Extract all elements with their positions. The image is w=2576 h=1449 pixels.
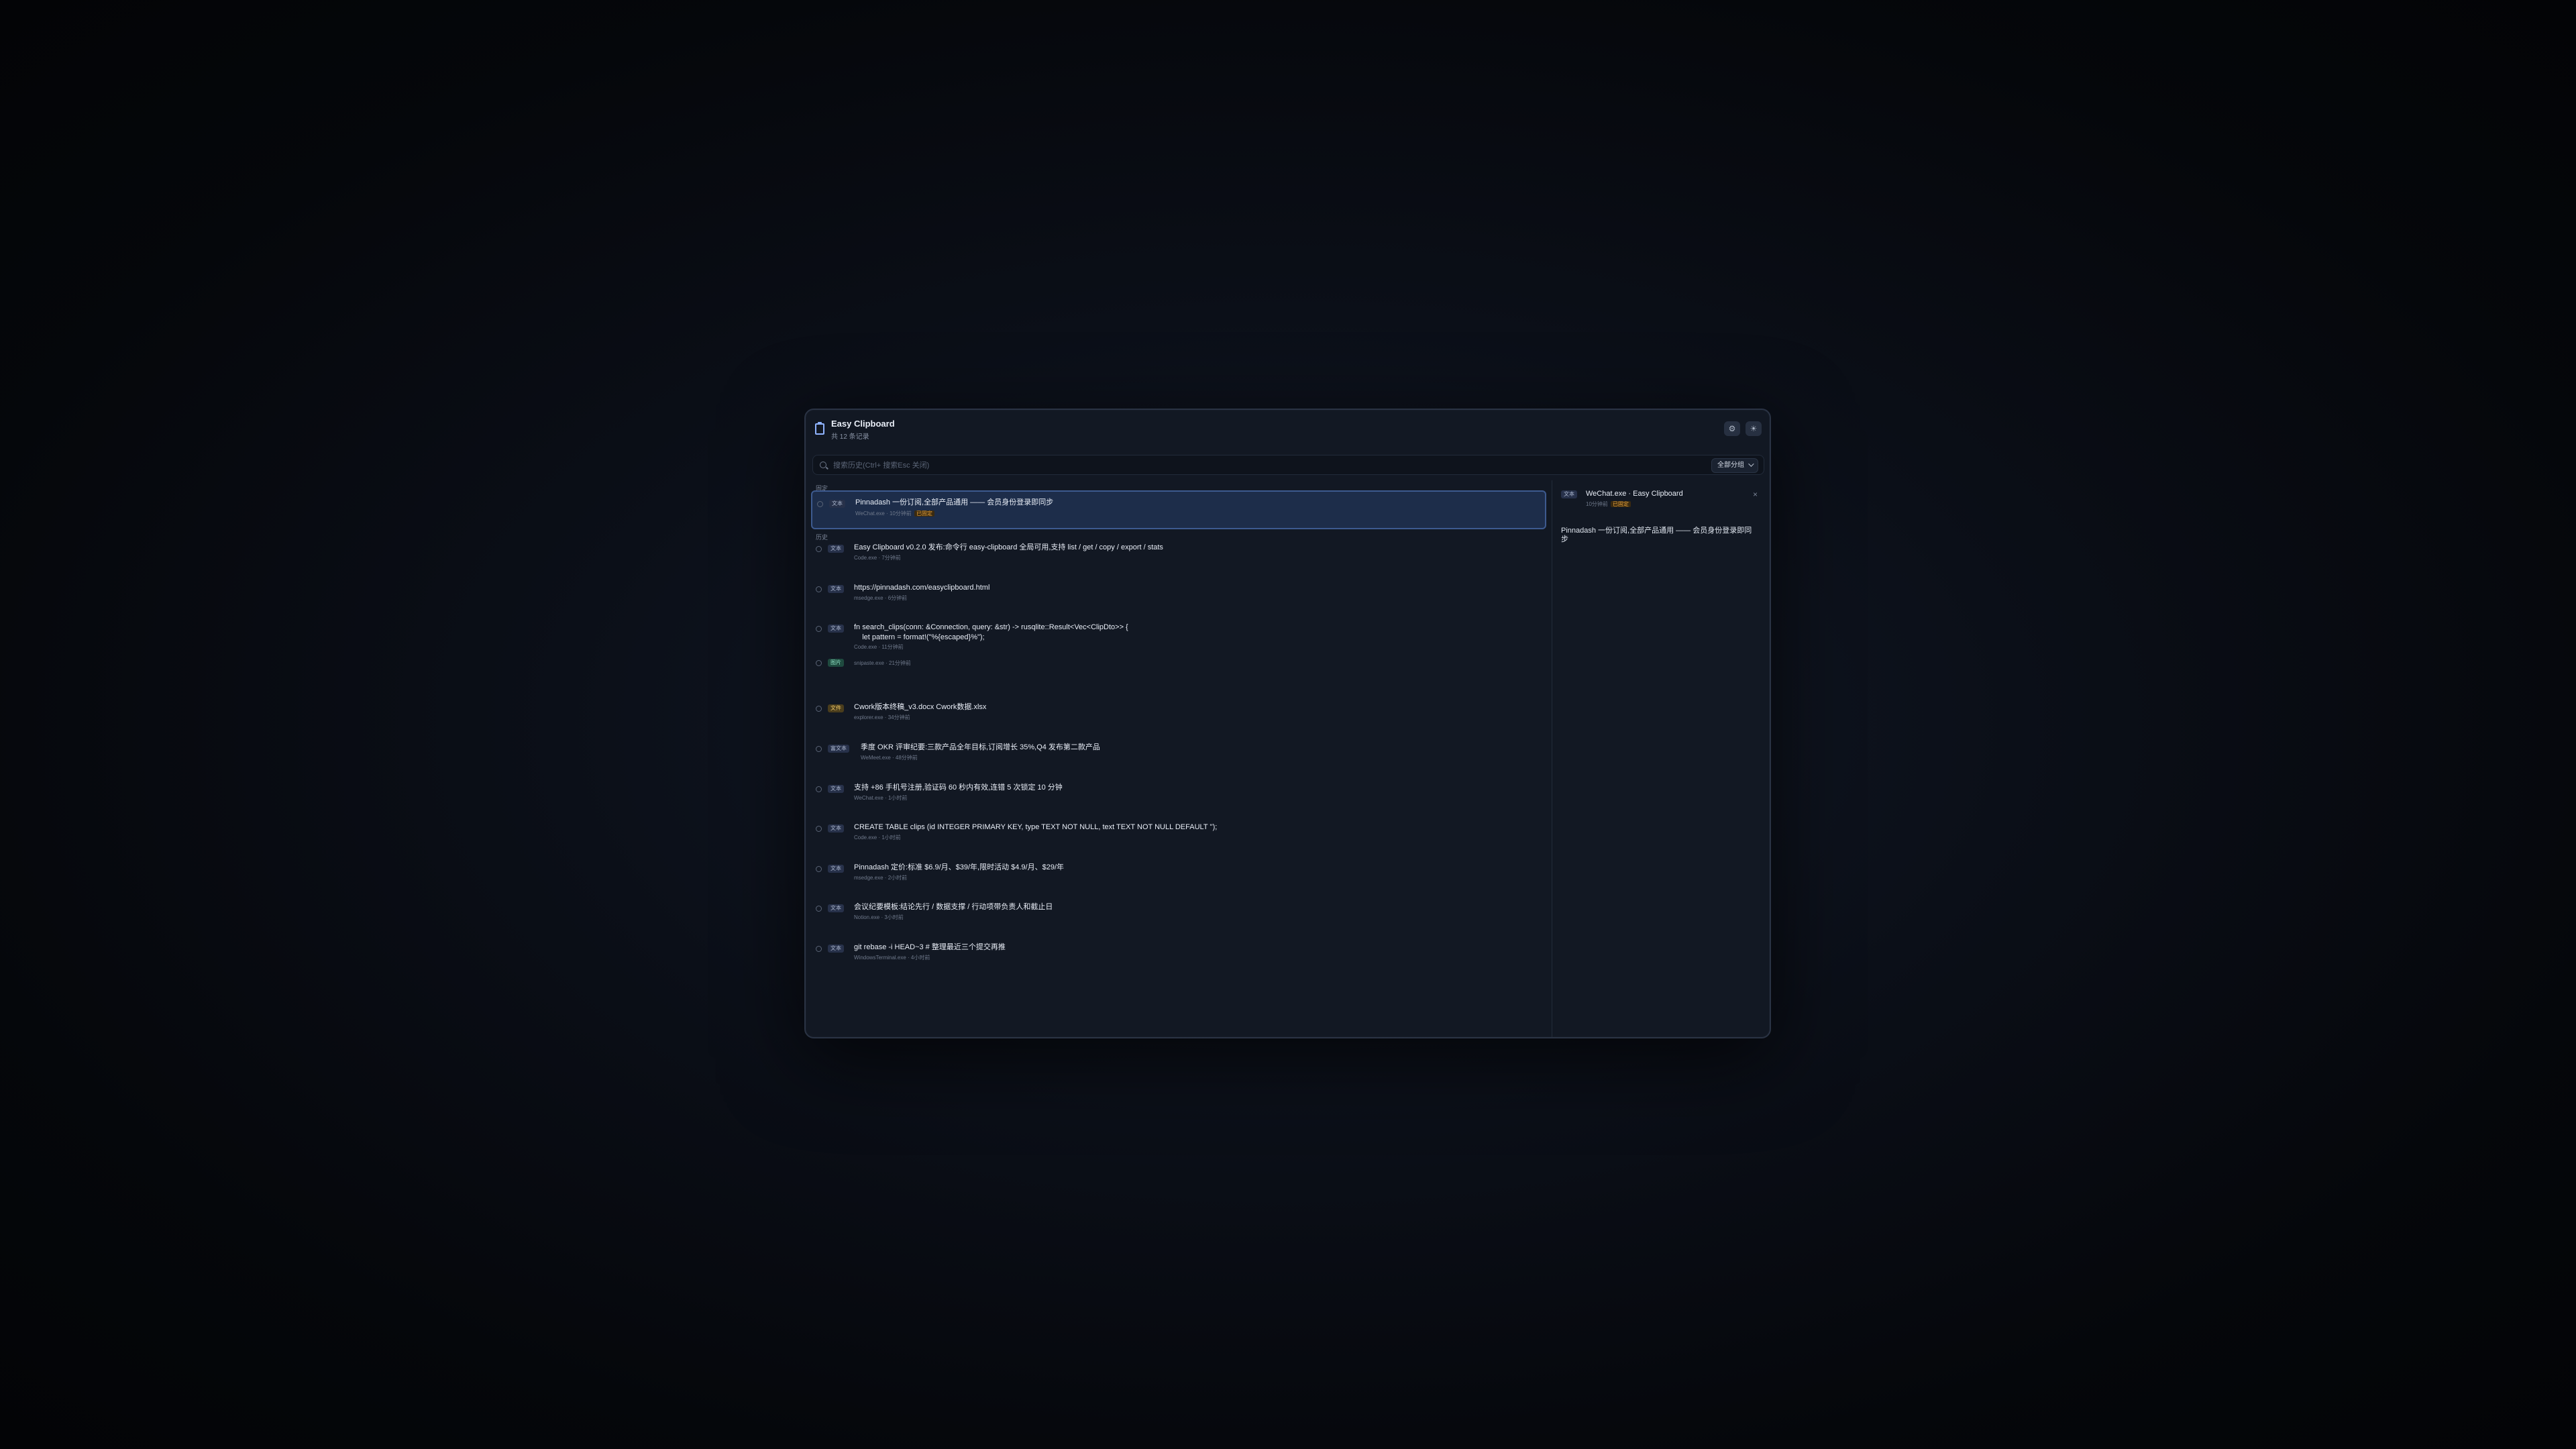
chevron-down-icon	[1748, 461, 1754, 467]
type-badge: 图片	[828, 659, 844, 667]
item-text: 季度 OKR 评审纪要:三款产品全年目标,订阅增长 35%,Q4 发布第二款产品	[861, 743, 1100, 751]
filter-label: 全部分组	[1717, 462, 1744, 469]
select-radio[interactable]	[816, 660, 822, 666]
search-input[interactable]	[832, 455, 1673, 476]
list-item[interactable]: 图片 snipaste.exe · 21分钟前	[811, 651, 1546, 690]
item-meta: Code.exe · 7分钟前	[854, 555, 901, 561]
detail-title: WeChat.exe · Easy Clipboard	[1586, 490, 1683, 498]
item-meta: WindowsTerminal.exe · 4小时前	[854, 955, 930, 961]
clipboard-icon	[815, 422, 824, 435]
list-item[interactable]: 文本 Pinnadash 定价:标准 $6.9/月、$39/年,限时活动 $4.…	[811, 857, 1546, 896]
item-text: Pinnadash 一份订阅,全部产品通用 —— 会员身份登录即同步	[855, 498, 1054, 506]
detail-type-badge: 文本	[1561, 490, 1577, 498]
item-text: https://pinnadash.com/easyclipboard.html	[854, 584, 990, 592]
select-radio[interactable]	[816, 906, 822, 912]
search-bar: 全部分组	[812, 455, 1764, 476]
type-badge: 文本	[828, 625, 844, 633]
select-radio[interactable]	[816, 746, 822, 752]
item-text: 会议纪要模板:结论先行 / 数据支撑 / 行动项带负责人和截止日	[854, 903, 1053, 911]
app-window: Easy Clipboard 共 12 条记录 ⚙ ☀ 全部分组 固定 文本 P…	[804, 409, 1771, 1038]
detail-content: Pinnadash 一份订阅,全部产品通用 —— 会员身份登录即同步	[1561, 527, 1752, 543]
list-item[interactable]: 文本 fn search_clips(conn: &Connection, qu…	[811, 616, 1546, 655]
item-meta: Code.exe · 1小时前	[854, 835, 901, 841]
app-title: Easy Clipboard	[831, 419, 895, 429]
item-meta: snipaste.exe · 21分钟前	[854, 660, 911, 666]
pinned-tag: 已固定	[914, 511, 934, 517]
item-meta: WeChat.exe · 1小时前	[854, 795, 908, 801]
item-text: fn search_clips(conn: &Connection, query…	[854, 623, 1128, 641]
group-filter-dropdown[interactable]: 全部分组	[1711, 458, 1758, 473]
type-badge: 文本	[828, 824, 844, 833]
select-radio[interactable]	[816, 786, 822, 792]
detail-meta: 10分钟前 已固定	[1586, 500, 1631, 508]
pinned-tag: 已固定	[1610, 501, 1631, 507]
item-text: 支持 +86 手机号注册,验证码 60 秒内有效,连错 5 次锁定 10 分钟	[854, 784, 1063, 792]
item-meta: Notion.exe · 3小时前	[854, 914, 904, 920]
select-radio[interactable]	[816, 946, 822, 952]
title-bar: Easy Clipboard 共 12 条记录 ⚙ ☀	[806, 410, 1770, 446]
close-icon[interactable]: ×	[1753, 490, 1758, 499]
gear-icon: ⚙	[1728, 424, 1736, 433]
item-text: Easy Clipboard v0.2.0 发布:命令行 easy-clipbo…	[854, 543, 1163, 551]
clip-list: 固定 文本 Pinnadash 一份订阅,全部产品通用 —— 会员身份登录即同步…	[806, 480, 1552, 1037]
item-text: Cwork版本终稿_v3.docx Cwork数据.xlsx	[854, 703, 987, 711]
type-badge: 文本	[828, 945, 844, 953]
list-item[interactable]: 文本 git rebase -i HEAD~3 # 整理最近三个提交再推 Win…	[811, 936, 1546, 975]
list-item[interactable]: 文本 Pinnadash 一份订阅,全部产品通用 —— 会员身份登录即同步 We…	[811, 490, 1546, 529]
list-item[interactable]: 文本 支持 +86 手机号注册,验证码 60 秒内有效,连错 5 次锁定 10 …	[811, 777, 1546, 816]
type-badge: 文本	[828, 904, 844, 912]
select-radio[interactable]	[816, 586, 822, 592]
select-radio[interactable]	[816, 706, 822, 712]
list-item[interactable]: 文本 Easy Clipboard v0.2.0 发布:命令行 easy-cli…	[811, 537, 1546, 576]
type-badge: 文本	[829, 500, 845, 508]
type-badge: 文本	[828, 585, 844, 593]
settings-button[interactable]: ⚙	[1724, 421, 1740, 436]
item-meta: Code.exe · 11分钟前	[854, 644, 904, 650]
item-meta: WeMeet.exe · 48分钟前	[861, 755, 918, 761]
select-radio[interactable]	[816, 826, 822, 832]
item-text: CREATE TABLE clips (id INTEGER PRIMARY K…	[854, 823, 1218, 831]
record-count: 共 12 条记录	[831, 433, 869, 441]
list-item[interactable]: 文件 Cwork版本终稿_v3.docx Cwork数据.xlsx explor…	[811, 696, 1546, 735]
type-badge: 文本	[828, 865, 844, 873]
item-text: git rebase -i HEAD~3 # 整理最近三个提交再推	[854, 943, 1006, 951]
select-radio[interactable]	[817, 501, 823, 507]
item-meta: WeChat.exe · 10分钟前 已固定	[855, 510, 934, 517]
select-radio[interactable]	[816, 546, 822, 552]
item-text: Pinnadash 定价:标准 $6.9/月、$39/年,限时活动 $4.9/月…	[854, 863, 1065, 871]
list-item[interactable]: 文本 CREATE TABLE clips (id INTEGER PRIMAR…	[811, 816, 1546, 855]
select-radio[interactable]	[816, 866, 822, 872]
list-item[interactable]: 文本 https://pinnadash.com/easyclipboard.h…	[811, 577, 1546, 616]
type-badge: 富文本	[828, 745, 849, 753]
theme-toggle-button[interactable]: ☀	[1746, 421, 1762, 436]
item-meta: msedge.exe · 6分钟前	[854, 595, 908, 601]
search-icon	[820, 462, 826, 468]
type-badge: 文本	[828, 785, 844, 793]
type-badge: 文本	[828, 545, 844, 553]
list-item[interactable]: 文本 会议纪要模板:结论先行 / 数据支撑 / 行动项带负责人和截止日 Noti…	[811, 896, 1546, 935]
item-meta: msedge.exe · 2小时前	[854, 875, 908, 881]
sun-icon: ☀	[1750, 424, 1758, 433]
item-source: WeChat.exe · 10分钟前	[855, 511, 912, 517]
select-radio[interactable]	[816, 626, 822, 632]
type-badge: 文件	[828, 704, 844, 712]
detail-time: 10分钟前	[1586, 501, 1608, 507]
item-meta: explorer.exe · 34分钟前	[854, 714, 910, 720]
list-item[interactable]: 富文本 季度 OKR 评审纪要:三款产品全年目标,订阅增长 35%,Q4 发布第…	[811, 737, 1546, 775]
